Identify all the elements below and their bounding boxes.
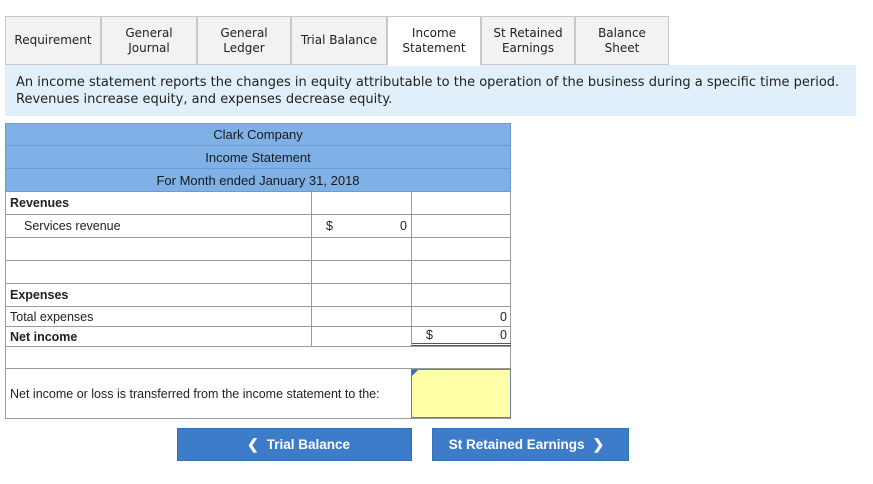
services-revenue-amount[interactable]: $ 0: [311, 215, 411, 237]
transfer-answer-input[interactable]: [411, 369, 511, 418]
total-cell[interactable]: [411, 215, 511, 237]
statement-title: Income Statement: [5, 146, 511, 169]
account-cell[interactable]: [6, 261, 311, 283]
total-expenses-value: 0: [500, 309, 507, 324]
tab-general-journal[interactable]: General Journal: [101, 16, 197, 65]
tab-label: St Retained Earnings: [493, 25, 563, 55]
table-row-empty: [5, 238, 511, 261]
table-row-expenses: Expenses: [5, 284, 511, 307]
chevron-right-icon: ❯: [592, 436, 605, 452]
amount-cell[interactable]: [311, 261, 411, 283]
income-statement-table: Clark Company Income Statement For Month…: [5, 123, 511, 419]
services-revenue-label[interactable]: Services revenue: [6, 215, 311, 237]
total-cell[interactable]: [411, 261, 511, 283]
dropdown-marker-icon: [412, 370, 418, 376]
company-name: Clark Company: [5, 123, 511, 146]
table-row-transfer: Net income or loss is transferred from t…: [5, 369, 511, 419]
currency-symbol: $: [426, 328, 433, 342]
tab-label: Trial Balance: [300, 33, 378, 47]
net-income-value: 0: [500, 328, 507, 342]
instruction-text: An income statement reports the changes …: [16, 75, 840, 107]
tab-label: General Journal: [125, 25, 173, 55]
services-revenue-value: 0: [400, 219, 407, 233]
tab-bar: Requirement General Journal General Ledg…: [5, 16, 871, 66]
table-row-net-income: Net income $ 0: [5, 327, 511, 347]
total-cell[interactable]: [411, 238, 511, 260]
currency-symbol: $: [326, 219, 333, 233]
tab-income-statement[interactable]: Income Statement: [387, 16, 481, 66]
total-cell[interactable]: [411, 192, 511, 214]
tab-label: Balance Sheet: [598, 25, 646, 55]
amount-cell[interactable]: [311, 192, 411, 214]
instruction-banner: An income statement reports the changes …: [5, 65, 856, 116]
revenues-label: Revenues: [10, 196, 70, 210]
total-cell[interactable]: [411, 284, 511, 306]
net-income-label: Net income: [10, 329, 78, 344]
tab-label: Requirement: [14, 33, 92, 47]
tab-label: General Ledger: [220, 25, 268, 55]
tab-requirement[interactable]: Requirement: [5, 16, 101, 65]
amount-cell: [311, 327, 411, 346]
table-row-empty: [5, 261, 511, 284]
chevron-left-icon: ❮: [246, 436, 259, 452]
tab-balance-sheet[interactable]: Balance Sheet: [575, 16, 669, 65]
amount-cell[interactable]: [311, 284, 411, 306]
table-row-spacer: [5, 347, 511, 369]
table-row-revenues: Revenues: [5, 192, 511, 215]
prev-button-label: Trial Balance: [266, 437, 351, 452]
next-button-label: St Retained Earnings: [448, 437, 585, 452]
tab-st-retained-earnings[interactable]: St Retained Earnings: [481, 16, 575, 65]
expenses-label: Expenses: [10, 288, 69, 302]
next-st-retained-earnings-button[interactable]: St Retained Earnings ❯: [432, 428, 629, 461]
total-expenses-label: Total expenses: [10, 309, 94, 324]
amount-cell: [311, 307, 411, 326]
tab-label: Income Statement: [402, 26, 466, 55]
table-row-total-expenses: Total expenses 0: [5, 307, 511, 327]
total-expenses-amount: 0: [411, 307, 511, 326]
tab-general-ledger[interactable]: General Ledger: [197, 16, 291, 65]
statement-period: For Month ended January 31, 2018: [5, 169, 511, 192]
amount-cell[interactable]: [311, 238, 411, 260]
prev-trial-balance-button[interactable]: ❮ Trial Balance: [177, 428, 412, 461]
account-cell[interactable]: [6, 238, 311, 260]
transfer-prompt: Net income or loss is transferred from t…: [10, 386, 380, 401]
net-income-amount: $ 0: [411, 327, 511, 346]
table-row-services-revenue: Services revenue $ 0: [5, 215, 511, 238]
tab-trial-balance[interactable]: Trial Balance: [291, 16, 387, 65]
